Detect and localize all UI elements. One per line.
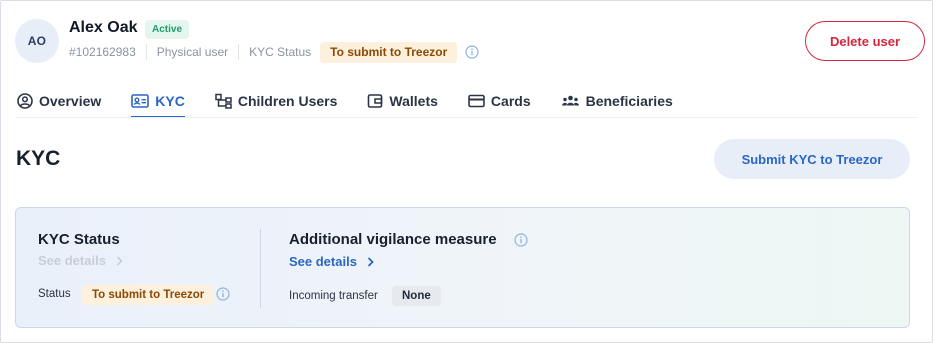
see-details-label: See details: [38, 253, 106, 268]
user-meta-row: #102162983 Physical user KYC Status To s…: [69, 41, 479, 63]
tab-children-users[interactable]: Children Users: [215, 85, 338, 117]
info-icon[interactable]: [216, 287, 230, 301]
chevron-right-icon: [367, 256, 374, 267]
tab-wallets[interactable]: Wallets: [367, 85, 438, 117]
tabs-divider: [15, 117, 918, 118]
vigilance-title: Additional vigilance measure: [289, 231, 497, 248]
kyc-status-label: KYC Status: [249, 45, 312, 59]
tab-overview[interactable]: Overview: [17, 85, 101, 117]
info-icon[interactable]: [514, 233, 528, 247]
tab-label: KYC: [155, 93, 185, 109]
user-type: Physical user: [156, 45, 229, 59]
delete-user-button[interactable]: Delete user: [805, 21, 925, 61]
info-icon[interactable]: [465, 45, 479, 59]
incoming-transfer-value: None: [392, 286, 441, 306]
card-divider: [260, 229, 261, 308]
user-detail-panel: AO Alex Oak Active #102162983 Physical u…: [0, 0, 933, 343]
meta-divider: [238, 44, 240, 60]
tab-label: Wallets: [389, 93, 438, 109]
tab-kyc[interactable]: KYC: [131, 85, 185, 118]
tab-cards[interactable]: Cards: [468, 85, 531, 117]
tab-label: Cards: [490, 93, 531, 109]
user-name: Alex Oak: [69, 19, 138, 36]
user-circle-icon: [17, 93, 33, 109]
wallet-icon: [368, 94, 383, 108]
incoming-transfer-label: Incoming transfer: [289, 290, 378, 302]
kyc-summary-card: KYC Status See details Status To submit …: [15, 207, 910, 328]
kyc-status-title: KYC Status: [38, 231, 120, 248]
tab-label: Children Users: [237, 93, 338, 109]
tab-bar: Overview KYC Children Users Wallets Card…: [17, 85, 703, 118]
page-title: KYC: [16, 147, 61, 170]
status-row-label: Status: [38, 288, 71, 300]
status-row-pill: To submit to Treezor: [82, 285, 215, 305]
meta-divider: [145, 44, 147, 60]
chevron-right-icon: [116, 255, 123, 266]
user-id: #102162983: [69, 45, 136, 59]
kyc-status-see-details-link[interactable]: See details: [38, 253, 123, 268]
status-badge: Active: [145, 20, 190, 39]
hierarchy-icon: [215, 93, 232, 109]
tab-label: Overview: [39, 93, 102, 109]
credit-card-icon: [468, 94, 485, 108]
people-group-icon: [561, 95, 579, 106]
see-details-label: See details: [289, 254, 357, 269]
tab-label: Beneficiaries: [585, 93, 673, 109]
tab-beneficiaries[interactable]: Beneficiaries: [561, 85, 673, 117]
avatar: AO: [15, 19, 59, 63]
id-card-icon: [131, 94, 150, 108]
vigilance-see-details-link[interactable]: See details: [289, 254, 374, 269]
kyc-status-pill: To submit to Treezor: [320, 41, 458, 63]
submit-kyc-button[interactable]: Submit KYC to Treezor: [714, 139, 910, 179]
